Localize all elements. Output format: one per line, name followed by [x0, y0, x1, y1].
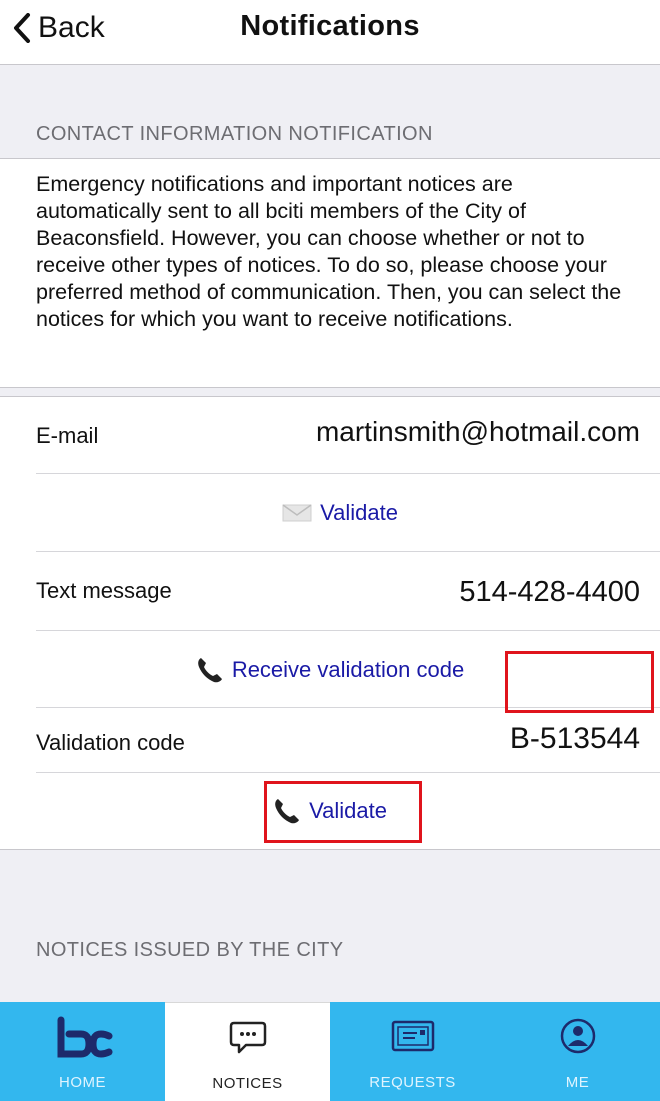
email-validate-label: Validate [320, 500, 398, 525]
navigation-bar: Back Notifications [0, 0, 660, 65]
text-message-label: Text message [36, 578, 172, 603]
email-validate-button[interactable]: Validate [0, 474, 660, 552]
contact-description: Emergency notifications and important no… [36, 172, 622, 331]
email-validate-row: Validate [0, 474, 660, 552]
notices-section-header-text: NOTICES ISSUED BY THE CITY [36, 939, 344, 961]
notices-section-header: NOTICES ISSUED BY THE CITY [0, 934, 660, 972]
bc-logo-icon [0, 1016, 165, 1060]
user-circle-icon [495, 1016, 660, 1056]
receive-validation-code-label: Receive validation code [231, 656, 465, 682]
chat-bubble-icon [165, 1017, 330, 1057]
text-message-row[interactable]: Text message 514-428-4400 [0, 552, 660, 631]
email-label: E-mail [36, 423, 99, 448]
tab-me-label: ME [565, 1074, 590, 1091]
email-value[interactable]: martinsmith@hotmail.com [316, 416, 640, 448]
tab-requests-label: REQUESTS [369, 1074, 456, 1091]
validate-button-highlight [264, 781, 422, 843]
tab-notices[interactable]: NOTICES [165, 1002, 330, 1101]
validation-code-row[interactable]: Validation code B-513544 [0, 708, 660, 773]
tab-home[interactable]: HOME [0, 1002, 165, 1101]
envelope-icon [282, 503, 312, 523]
ticket-icon [330, 1016, 495, 1056]
tab-bar: HOME NOTICES REQUESTS ME [0, 1002, 660, 1101]
contact-section-header-text: CONTACT INFORMATION NOTIFICATION [36, 123, 433, 145]
contact-description-box: Emergency notifications and important no… [0, 158, 660, 388]
phone-number-value[interactable]: 514-428-4400 [459, 576, 640, 609]
tab-requests[interactable]: REQUESTS [330, 1002, 495, 1101]
page-title: Notifications [240, 10, 420, 42]
contact-methods-group: E-mail martinsmith@hotmail.com Validate … [0, 396, 660, 850]
validation-code-highlight [505, 651, 654, 713]
contact-section-header: CONTACT INFORMATION NOTIFICATION [0, 118, 660, 156]
email-row[interactable]: E-mail martinsmith@hotmail.com [0, 397, 660, 474]
tab-me[interactable]: ME [495, 1002, 660, 1101]
tab-home-label: HOME [59, 1074, 106, 1091]
validation-code-input[interactable]: B-513544 [510, 722, 640, 756]
validation-code-label: Validation code [36, 730, 185, 755]
phone-icon [196, 656, 224, 684]
tab-notices-label: NOTICES [212, 1075, 283, 1092]
